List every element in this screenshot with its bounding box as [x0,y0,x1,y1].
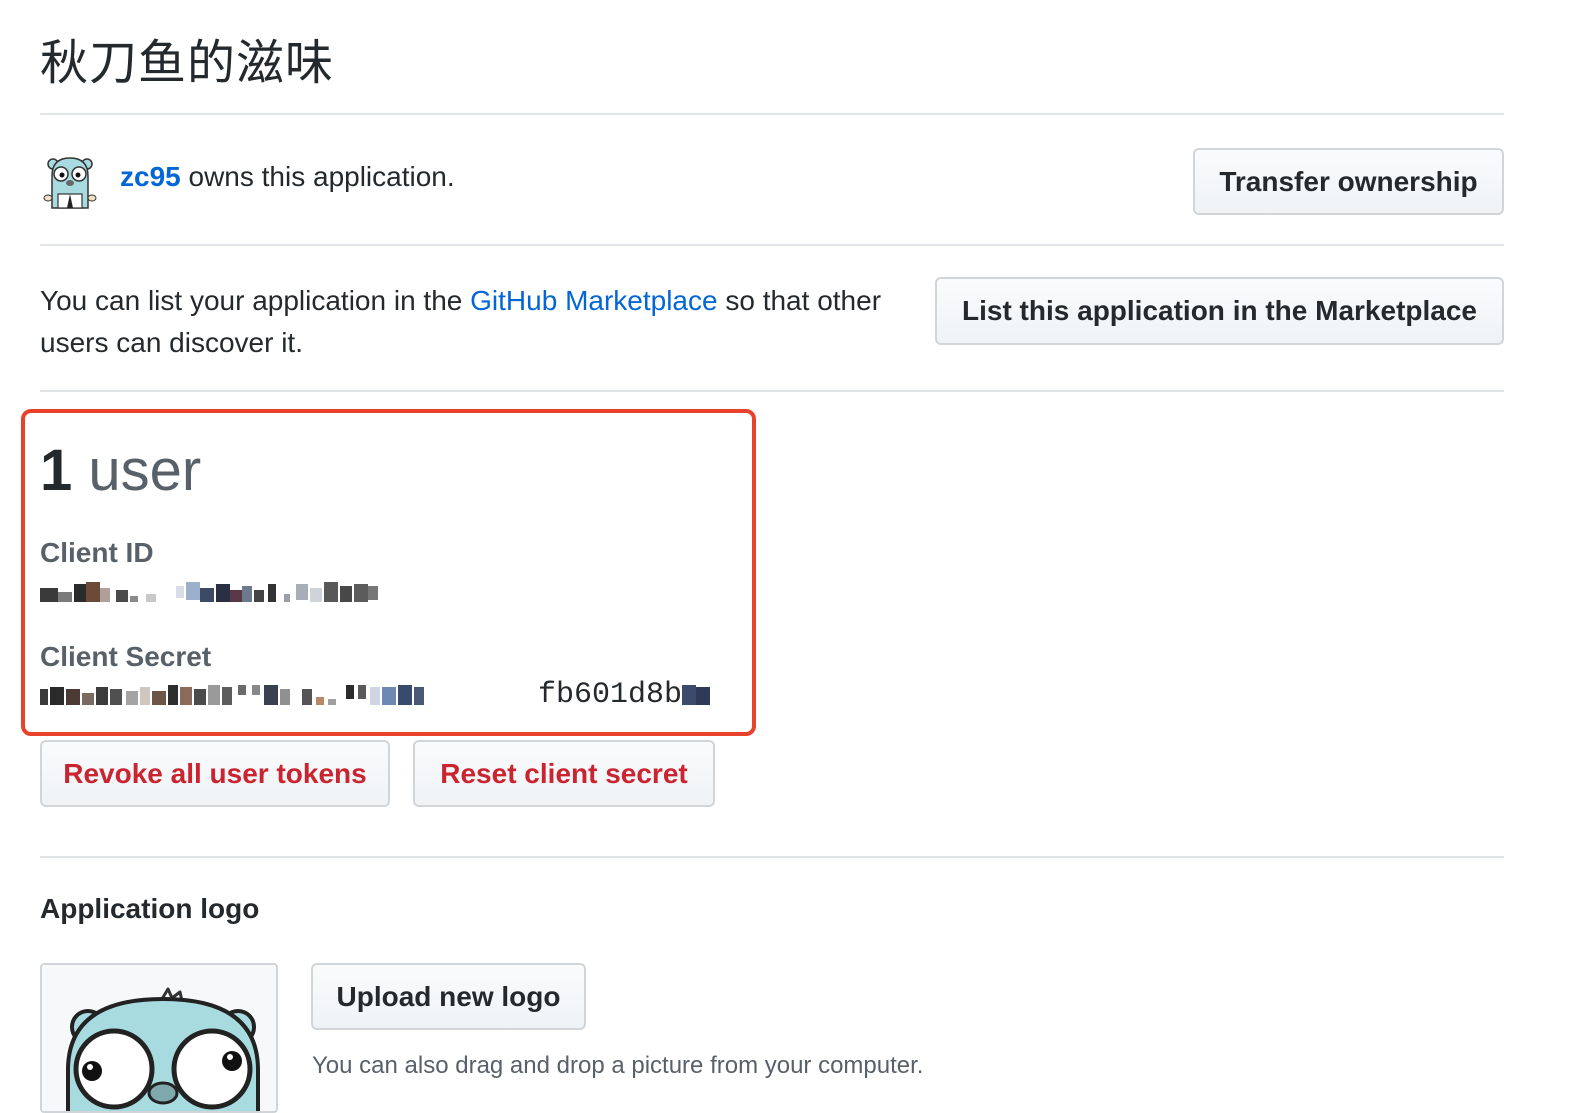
client-secret-label: Client Secret [40,641,212,672]
user-count: 1 user [40,436,201,506]
divider [40,244,1504,246]
transfer-ownership-button[interactable]: Transfer ownership [1193,148,1504,215]
client-secret-value-redacted [40,685,424,705]
reset-secret-button[interactable]: Reset client secret [413,740,715,807]
divider [40,390,1504,392]
divider [40,856,1504,858]
avatar[interactable] [40,150,100,210]
upload-logo-button[interactable]: Upload new logo [311,963,586,1030]
revoke-tokens-button[interactable]: Revoke all user tokens [40,740,390,807]
marketplace-text-before: You can list your application in the [40,285,471,316]
user-count-number: 1 [40,438,73,503]
application-logo-title: Application logo [40,893,260,924]
client-id-value-redacted [40,582,378,602]
application-logo-preview [40,963,278,1113]
client-id-label: Client ID [40,537,154,568]
divider [40,113,1504,115]
list-marketplace-button[interactable]: List this application in the Marketplace [935,277,1504,345]
owner-row: zc95 owns this application. [40,150,455,210]
gopher-logo-image [66,987,260,1111]
marketplace-text: You can list your application in the Git… [40,280,920,364]
owner-text: zc95 owns this application. [120,161,455,193]
marketplace-link[interactable]: GitHub Marketplace [470,285,717,316]
client-secret-visible-tail: fb601d8b [538,678,683,712]
owner-suffix: owns this application. [180,161,455,192]
owner-link[interactable]: zc95 [120,161,181,192]
page-title: 秋刀鱼的滋味 [40,35,335,91]
client-secret-tail-redacted [682,685,710,705]
user-count-label: user [88,438,202,503]
drag-drop-note: You can also drag and drop a picture fro… [312,1052,924,1079]
